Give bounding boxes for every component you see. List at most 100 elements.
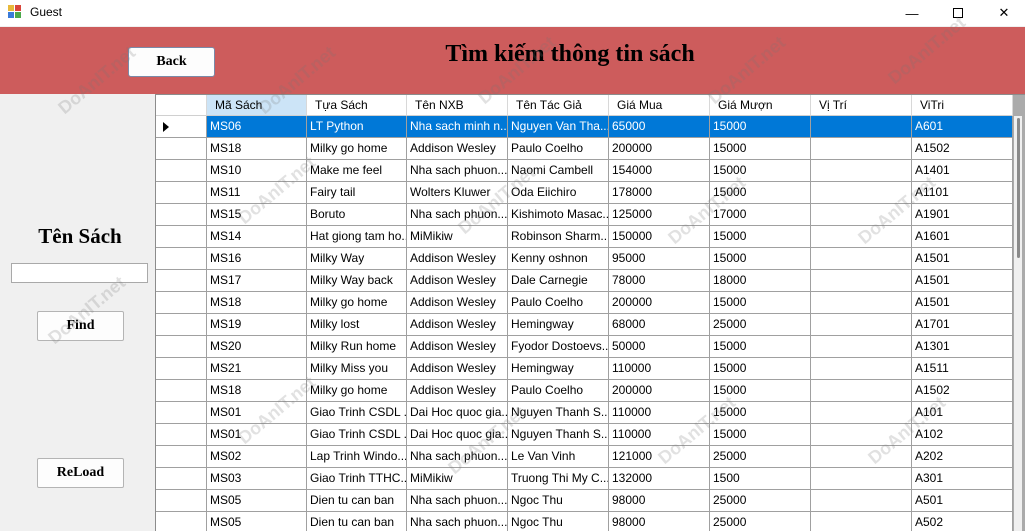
table-cell[interactable] [811,248,912,270]
close-button[interactable]: ✕ [981,0,1025,26]
table-cell[interactable]: MS18 [207,380,307,402]
table-cell[interactable]: Paulo Coelho [508,380,609,402]
table-row[interactable]: MS15 Boruto Nha sach phuon... Kishimoto Mas… [156,204,1013,226]
row-header[interactable] [156,490,207,512]
table-cell[interactable]: Naomi Cambell [508,160,609,182]
table-cell[interactable]: Wolters Kluwer [407,182,508,204]
row-header[interactable] [156,336,207,358]
table-cell[interactable]: 15000 [710,182,811,204]
table-cell[interactable]: 15000 [710,358,811,380]
table-cell[interactable]: Giao Trinh TTHC... [307,468,407,490]
table-cell[interactable]: Giao Trinh CSDL ... [307,424,407,446]
table-cell[interactable]: Milky go home [307,292,407,314]
table-cell[interactable] [811,446,912,468]
table-row[interactable]: MS18 Milky go home Addison Wesley Paulo Coe… [156,138,1013,160]
table-cell[interactable]: 50000 [609,336,710,358]
table-cell[interactable]: Nguyen Van Tha... [508,116,609,138]
table-cell[interactable]: 110000 [609,358,710,380]
table-row[interactable]: MS18 Milky go home Addison Wesley Paulo Coe… [156,380,1013,402]
table-row[interactable]: MS02 Lap Trinh Windo... Nha sach phuon... L… [156,446,1013,468]
table-cell[interactable]: 15000 [710,292,811,314]
table-row[interactable]: MS01 Giao Trinh CSDL ... Dai Hoc quoc gia.… [156,402,1013,424]
row-header[interactable] [156,248,207,270]
table-cell[interactable]: Giao Trinh CSDL ... [307,402,407,424]
table-cell[interactable]: MS18 [207,138,307,160]
table-cell[interactable]: A301 [912,468,1013,490]
table-cell[interactable]: A501 [912,490,1013,512]
vertical-scrollbar[interactable] [1014,116,1022,531]
table-row[interactable]: MS14 Hat giong tam ho... MiMikiw Robinson S… [156,226,1013,248]
row-header[interactable] [156,512,207,531]
table-cell[interactable]: 15000 [710,336,811,358]
table-cell[interactable]: MS01 [207,424,307,446]
table-cell[interactable]: Milky lost [307,314,407,336]
table-cell[interactable]: Hemingway [508,358,609,380]
back-button[interactable]: Back [128,47,215,77]
table-row[interactable]: MS05 Dien tu can ban Nha sach phuon... Ngoc… [156,512,1013,531]
table-row[interactable]: MS19 Milky lost Addison Wesley Hemingway 680… [156,314,1013,336]
table-cell[interactable]: LT Python [307,116,407,138]
table-cell[interactable] [811,292,912,314]
reload-button[interactable]: ReLoad [37,458,124,488]
table-row[interactable]: MS21 Milky Miss you Addison Wesley Hemingwa… [156,358,1013,380]
table-cell[interactable] [811,182,912,204]
table-cell[interactable]: MS20 [207,336,307,358]
table-cell[interactable]: MiMikiw [407,468,508,490]
table-cell[interactable]: 95000 [609,248,710,270]
table-cell[interactable]: 65000 [609,116,710,138]
table-cell[interactable]: 200000 [609,292,710,314]
table-cell[interactable]: Dale Carnegie [508,270,609,292]
row-header[interactable] [156,446,207,468]
table-cell[interactable]: 15000 [710,380,811,402]
table-row[interactable]: MS11 Fairy tail Wolters Kluwer Oda Eiichiro… [156,182,1013,204]
table-cell[interactable] [811,512,912,531]
scrollbar-thumb[interactable] [1017,118,1020,258]
row-header[interactable] [156,314,207,336]
table-cell[interactable]: 132000 [609,468,710,490]
table-cell[interactable]: 15000 [710,160,811,182]
table-cell[interactable]: 15000 [710,116,811,138]
table-cell[interactable]: 150000 [609,226,710,248]
table-cell[interactable] [811,204,912,226]
table-cell[interactable]: Fairy tail [307,182,407,204]
table-cell[interactable] [811,270,912,292]
table-cell[interactable] [811,380,912,402]
row-header[interactable] [156,204,207,226]
column-header[interactable]: Giá Mua [609,95,710,116]
table-cell[interactable]: Make me feel [307,160,407,182]
table-cell[interactable]: Milky Run home [307,336,407,358]
table-cell[interactable]: MS05 [207,490,307,512]
table-cell[interactable]: A1601 [912,226,1013,248]
table-cell[interactable]: A1301 [912,336,1013,358]
table-cell[interactable]: MS16 [207,248,307,270]
table-cell[interactable]: Addison Wesley [407,270,508,292]
row-header[interactable] [156,160,207,182]
row-header[interactable] [156,226,207,248]
table-cell[interactable]: Addison Wesley [407,138,508,160]
table-cell[interactable]: MiMikiw [407,226,508,248]
table-cell[interactable]: MS15 [207,204,307,226]
column-header[interactable]: Tên Tác Giả [508,95,609,116]
table-cell[interactable]: Nha sach phuon... [407,204,508,226]
table-cell[interactable] [811,358,912,380]
table-cell[interactable]: A101 [912,402,1013,424]
table-cell[interactable]: A1401 [912,160,1013,182]
table-cell[interactable]: Hat giong tam ho... [307,226,407,248]
table-cell[interactable]: 200000 [609,380,710,402]
column-header[interactable]: Vị Trí [811,95,912,116]
table-cell[interactable] [811,336,912,358]
table-row[interactable]: MS01 Giao Trinh CSDL ... Dai Hoc quoc gia.… [156,424,1013,446]
table-cell[interactable]: 25000 [710,490,811,512]
books-grid[interactable]: Mã Sách Tựa Sách Tên NXB Tên Tác Giả Giá Mua… [155,94,1025,531]
table-cell[interactable]: A601 [912,116,1013,138]
table-cell[interactable]: MS06 [207,116,307,138]
table-cell[interactable]: Milky go home [307,380,407,402]
table-cell[interactable]: Addison Wesley [407,358,508,380]
table-cell[interactable]: 25000 [710,512,811,531]
table-cell[interactable]: Paulo Coelho [508,292,609,314]
table-cell[interactable]: A1701 [912,314,1013,336]
table-cell[interactable]: MS21 [207,358,307,380]
column-header[interactable]: Giá Mượn [710,95,811,116]
table-cell[interactable] [811,138,912,160]
table-cell[interactable]: Boruto [307,204,407,226]
